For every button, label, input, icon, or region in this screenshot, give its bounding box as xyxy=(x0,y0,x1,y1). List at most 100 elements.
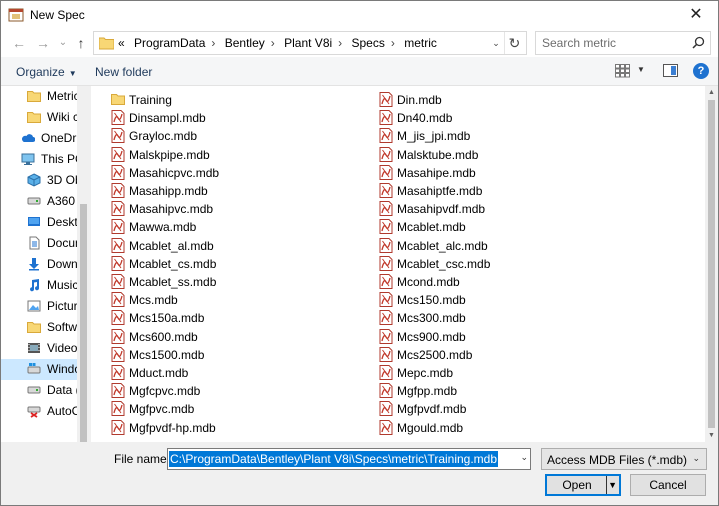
view-options-icon[interactable] xyxy=(615,64,630,78)
mdb-file-icon xyxy=(379,274,393,289)
file-type-value: Access MDB Files (*.mdb) xyxy=(547,453,688,467)
file-name-label: File name: xyxy=(114,452,171,466)
nav-item-data-d[interactable]: Data (D:) xyxy=(1,380,77,401)
mdb-file-icon xyxy=(379,383,393,399)
nav-item-3d-objects[interactable]: 3D Objects xyxy=(1,170,77,191)
address-dropdown-icon[interactable]: ⌄ xyxy=(488,32,504,54)
nav-item-a360-drive[interactable]: A360 Drive xyxy=(1,191,77,212)
nav-item-onedrive[interactable]: OneDrive xyxy=(1,128,77,149)
breadcrumb: « ProgramData › Bentley › Plant V8i › Specs… xyxy=(118,36,443,50)
file-name-combobox[interactable]: C:\ProgramData\Bentley\Plant V8i\Specs\m… xyxy=(167,448,531,470)
forward-arrow-icon[interactable]: → xyxy=(33,33,53,53)
mdb-file-icon xyxy=(379,255,393,271)
nav-item-label: 3D Objects xyxy=(47,173,77,187)
breadcrumb-plant-v8i[interactable]: Plant V8i xyxy=(284,36,332,50)
scroll-up-icon[interactable]: ▲ xyxy=(705,86,718,99)
breadcrumb-separator[interactable]: › xyxy=(338,36,342,50)
nav-item-software[interactable]: Software xyxy=(1,317,77,338)
nav-item-documents[interactable]: Documents xyxy=(1,233,77,254)
file-name: Mcs2500.mdb xyxy=(397,347,473,362)
search-input[interactable] xyxy=(542,35,682,51)
address-bar[interactable]: « ProgramData › Bentley › Plant V8i › Specs… xyxy=(93,31,527,55)
file-list-scrollbar[interactable]: ▲ ▼ xyxy=(705,86,718,442)
organize-button[interactable]: Organize ▼ xyxy=(16,65,77,79)
nav-item-this-pc[interactable]: This PC xyxy=(1,149,77,170)
folder-icon xyxy=(27,112,41,123)
scrollbar-thumb[interactable] xyxy=(708,100,715,428)
file-name: M_jis_jpi.mdb xyxy=(397,129,471,144)
mdb-file-icon xyxy=(379,401,393,417)
view-dropdown-icon[interactable]: ▼ xyxy=(637,65,645,74)
nav-item-wiki-co[interactable]: Wiki co xyxy=(1,107,77,128)
nav-item-downloads[interactable]: Downloads xyxy=(1,254,77,275)
help-icon[interactable]: ? xyxy=(693,63,709,79)
up-arrow-icon[interactable]: ↑ xyxy=(71,33,91,53)
navigation-pane-scrollbar[interactable] xyxy=(77,86,90,442)
windows-drive-icon xyxy=(27,363,41,374)
file-name: Mduct.mdb xyxy=(129,366,189,380)
mdb-file-icon xyxy=(379,365,393,380)
folder-icon xyxy=(111,94,125,105)
mdb-file-icon xyxy=(379,164,393,180)
open-button[interactable]: Open ▼ xyxy=(545,474,621,496)
scrollbar-thumb[interactable] xyxy=(80,204,87,442)
cancel-button[interactable]: Cancel xyxy=(630,474,706,496)
nav-item-label: Pictures xyxy=(47,299,77,313)
mdb-file-icon xyxy=(379,92,393,107)
scroll-down-icon[interactable]: ▼ xyxy=(705,429,718,442)
mdb-file-icon xyxy=(111,346,125,362)
mdb-file-icon xyxy=(111,110,125,126)
mdb-file-icon xyxy=(111,183,125,198)
nav-item-music[interactable]: Music xyxy=(1,275,77,296)
file-name-selected-text[interactable]: C:\ProgramData\Bentley\Plant V8i\Specs\m… xyxy=(169,451,499,467)
nav-item-metric[interactable]: Metric xyxy=(1,86,77,107)
nav-item-videos[interactable]: Videos xyxy=(1,338,77,359)
file-name-dropdown-icon[interactable]: ⌄ xyxy=(520,452,528,463)
file-name: Mcs150a.mdb xyxy=(129,311,205,326)
open-label: Open xyxy=(562,478,592,492)
breadcrumb-metric[interactable]: metric xyxy=(404,36,437,50)
refresh-icon[interactable]: ↻ xyxy=(504,32,524,54)
nav-item-label: OneDrive xyxy=(41,131,77,145)
file-name: Mcablet_al.mdb xyxy=(129,238,214,253)
back-arrow-icon[interactable]: ← xyxy=(9,33,29,53)
nav-item-pictures[interactable]: Pictures xyxy=(1,296,77,317)
breadcrumb-separator[interactable]: › xyxy=(391,36,395,50)
new-folder-button[interactable]: New folder xyxy=(95,65,152,79)
file-name: Mcs600.mdb xyxy=(129,329,198,344)
file-name: Malskpipe.mdb xyxy=(129,147,210,162)
breadcrumb-bentley[interactable]: Bentley xyxy=(225,36,265,50)
folder-icon xyxy=(99,37,114,50)
breadcrumb-overflow[interactable]: « xyxy=(118,36,125,50)
file-name: Mgould.mdb xyxy=(397,420,464,435)
file-name: Grayloc.mdb xyxy=(129,129,198,144)
preview-pane-icon[interactable] xyxy=(663,64,678,77)
open-dropdown-icon[interactable]: ▼ xyxy=(608,476,617,494)
breadcrumb-separator[interactable]: › xyxy=(271,36,275,50)
mdb-file-icon xyxy=(379,219,393,235)
close-icon[interactable]: ✕ xyxy=(674,1,718,29)
nav-item-label: Downloads xyxy=(47,257,77,271)
video-icon xyxy=(28,343,40,353)
file-name: Mcs900.mdb xyxy=(397,329,466,344)
nav-item-windows[interactable]: Windows xyxy=(1,359,77,380)
download-icon xyxy=(29,258,39,271)
file-name: Mgfpvdf.mdb xyxy=(397,402,467,417)
mdb-file-icon xyxy=(379,328,393,344)
breadcrumb-programdata[interactable]: ProgramData xyxy=(134,36,205,50)
file-name: Din.mdb xyxy=(397,93,442,107)
nav-item-label: Metric xyxy=(47,89,77,103)
mdb-file-icon xyxy=(111,310,125,326)
file-name: Mcablet_alc.mdb xyxy=(397,238,488,253)
breadcrumb-specs[interactable]: Specs xyxy=(352,36,385,50)
nav-item-desktop[interactable]: Desktop xyxy=(1,212,77,233)
nav-item-label: Videos xyxy=(47,341,77,355)
title-bar: New Spec ✕ xyxy=(1,1,718,29)
file-name: Masahicpvc.mdb xyxy=(129,165,220,180)
nav-item-autocad[interactable]: AutoCAD xyxy=(1,401,77,422)
breadcrumb-separator[interactable]: › xyxy=(211,36,215,50)
cloud-icon xyxy=(22,134,35,142)
file-type-select[interactable]: Access MDB Files (*.mdb) ⌄ xyxy=(541,448,707,470)
search-icon[interactable] xyxy=(692,36,705,49)
recent-locations-icon[interactable]: ⌄ xyxy=(53,33,73,53)
